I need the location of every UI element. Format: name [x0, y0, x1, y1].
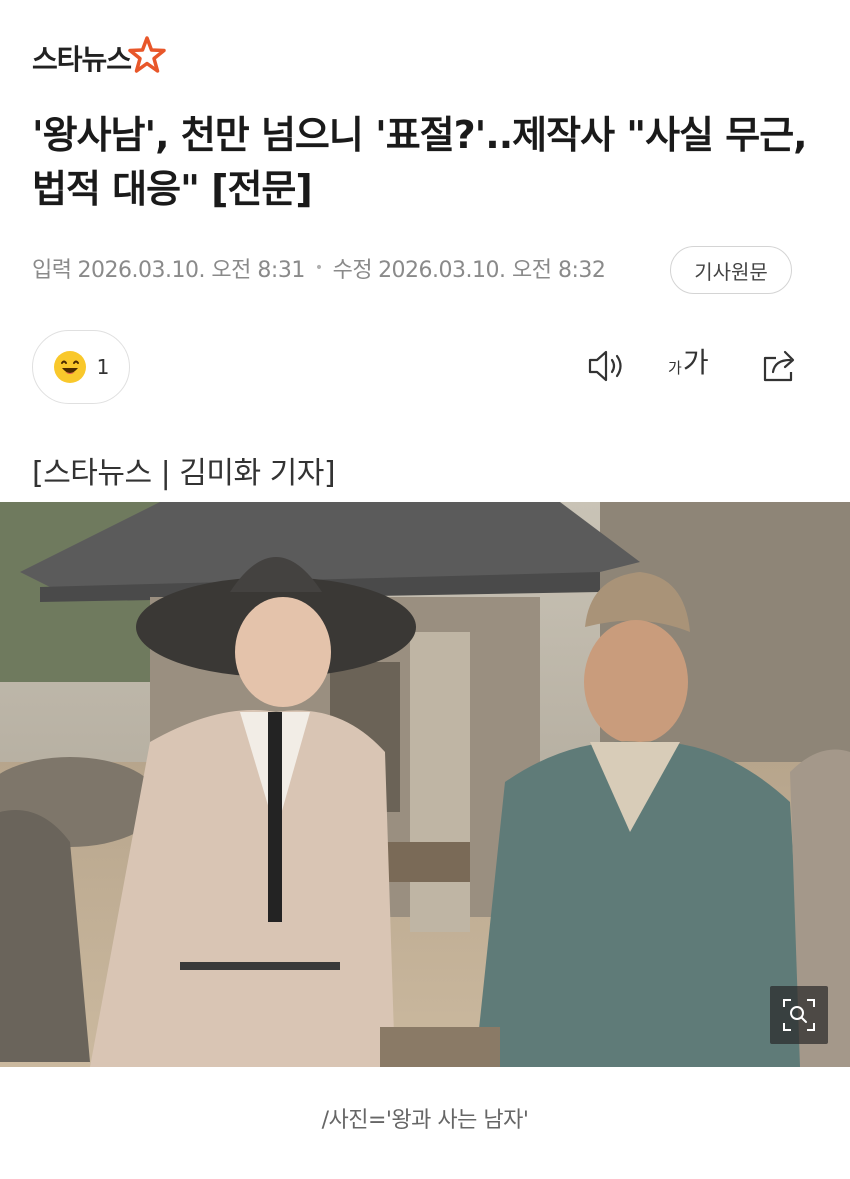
- article-headline: '왕사남', 천만 넘으니 '표절?'..제작사 "사실 무근, 법적 대응" …: [32, 113, 808, 211]
- input-time: 2026.03.10. 오전 8:31: [77, 258, 305, 283]
- font-size-button[interactable]: 가 가: [668, 348, 709, 378]
- edit-label: 수정: [332, 258, 373, 283]
- input-label: 입력: [32, 258, 72, 283]
- smile-emoji-icon: [53, 351, 86, 383]
- photo-caption: /사진='왕과 사는 남자': [321, 1108, 529, 1133]
- reaction-count: 1: [96, 355, 110, 379]
- zoom-search-icon: [783, 999, 815, 1031]
- meta-separator: •: [314, 260, 323, 276]
- article-meta: 입력 2026.03.10. 오전 8:31 • 수정 2026.03.10. …: [32, 252, 606, 284]
- site-logo[interactable]: 스타뉴스: [32, 36, 167, 78]
- share-icon[interactable]: [760, 346, 802, 386]
- original-article-button[interactable]: 기사원문: [670, 246, 792, 294]
- speaker-icon[interactable]: [586, 346, 630, 386]
- star-logo-icon: [128, 36, 166, 73]
- logo-text: 스타뉴스: [32, 43, 132, 76]
- byline: [스타뉴스 | 김미화 기자]: [32, 456, 336, 491]
- reaction-button[interactable]: 1: [32, 330, 130, 404]
- font-small-glyph: 가: [668, 359, 682, 377]
- photo-zoom-button[interactable]: [770, 986, 828, 1044]
- article-photo[interactable]: [0, 502, 850, 1067]
- photo-illustration: [0, 502, 850, 1067]
- font-big-glyph: 가: [682, 346, 709, 379]
- edit-time: 2026.03.10. 오전 8:32: [378, 258, 606, 283]
